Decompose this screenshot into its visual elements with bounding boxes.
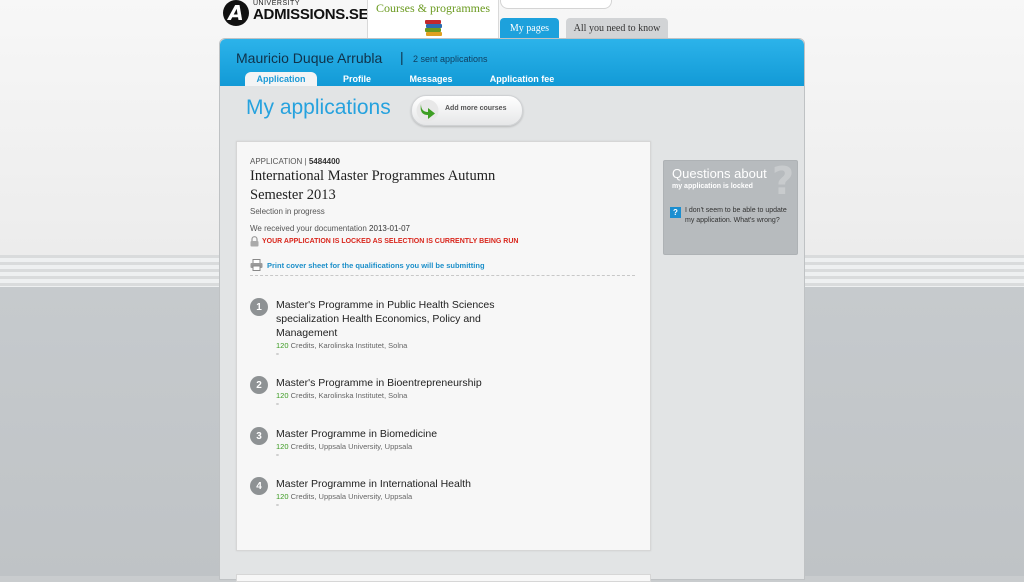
programme-details: Credits, Karolinska Institutet, Solna [290,341,408,350]
green-arrow-icon [416,99,439,122]
padlock-icon [250,235,259,246]
application-number: 5484400 [308,157,341,166]
tab-messages[interactable]: Messages [396,72,466,86]
tab-application-fee[interactable]: Application fee [478,72,566,86]
application-title: International Master Programmes Autumn S… [250,168,496,203]
programme-meta: 120 Credits, Karolinska Institutet, Soln… [276,391,407,400]
sent-applications-count: 2 sent applications [413,54,488,64]
locked-notice: YOUR APPLICATION IS LOCKED AS SELECTION … [250,235,518,247]
print-cover-sheet-link[interactable]: Print cover sheet for the qualifications… [250,258,485,272]
programme-rank-badge: 3 [250,427,268,445]
dashed-divider [250,275,635,276]
programme-credits: 120 [276,442,289,451]
application-label: APPLICATION [250,157,303,166]
programme-credits: 120 [276,341,289,350]
application-number-line: APPLICATION | 5484400 [250,157,340,166]
programme-rank-badge: 4 [250,477,268,495]
programme-marker: = [276,402,279,408]
tab-all-you-need-to-know[interactable]: All you need to know [566,18,668,39]
programme-rank-badge: 2 [250,376,268,394]
main-container: Mauricio Duque Arrubla | 2 sent applicat… [219,38,805,582]
questions-panel: ? Questions about my application is lock… [663,160,798,255]
tab-application[interactable]: Application [245,72,317,86]
programme-marker: = [276,352,279,358]
received-date: 2013-01-07 [369,224,410,233]
tab-my-pages[interactable]: My pages [500,18,559,39]
programme-details: Credits, Karolinska Institutet, Solna [290,391,408,400]
programme-credits: 120 [276,391,289,400]
courses-programmes-tab[interactable]: Courses & programmes [367,0,499,39]
question-mark-icon: ? [771,160,794,203]
header-separator: | [400,49,404,65]
application-card: APPLICATION | 5484400 International Mast… [236,141,651,551]
questions-subtitle: my application is locked [672,183,753,190]
page-title: My applications [246,96,391,119]
books-icon [424,18,442,36]
help-icon: ? [670,207,681,218]
site-logo[interactable]: A UNIVERSITY ADMISSIONS.SE [223,0,369,26]
logo-a-icon: A [223,0,249,26]
logo-big-text: ADMISSIONS.SE [253,6,369,23]
programme-name: Master Programme in Biomedicine [276,428,438,440]
courses-tab-label: Courses & programmes [376,1,490,15]
locked-text: YOUR APPLICATION IS LOCKED AS SELECTION … [262,237,519,245]
programme-details: Credits, Uppsala University, Uppsala [290,442,413,451]
programme-marker: = [276,453,279,459]
add-more-courses-label: Add more courses [445,105,507,112]
programme-rank-badge: 1 [250,298,268,316]
faq-link[interactable]: ? I don't seem to be able to update my a… [670,206,792,225]
programme-meta: 120 Credits, Uppsala University, Uppsala [276,492,412,501]
questions-title: Questions about [672,166,767,181]
tab-profile[interactable]: Profile [323,72,391,86]
programme-credits: 120 [276,492,289,501]
next-application-card [236,574,651,582]
add-more-courses-button[interactable]: Add more courses [411,95,523,126]
print-cover-sheet-label: Print cover sheet for the qualifications… [267,260,485,270]
printer-icon [250,259,263,271]
user-header-bar: Mauricio Duque Arrubla | 2 sent applicat… [220,39,804,86]
application-separator: | [304,157,307,166]
programme-details: Credits, Uppsala University, Uppsala [290,492,413,501]
programme-marker: = [276,503,279,509]
programme-name: Master's Programme in Public Health Scie… [276,299,495,339]
faq-question-text: I don't seem to be able to update my app… [685,207,787,224]
programme-meta: 120 Credits, Karolinska Institutet, Soln… [276,341,407,350]
speech-bubble-decoration [500,0,612,9]
documentation-received: We received your documentation 2013-01-0… [250,224,410,233]
programme-name: Master's Programme in Bioentrepreneurshi… [276,377,482,389]
user-name: Mauricio Duque Arrubla [236,50,383,66]
programme-name: Master Programme in International Health [276,478,471,490]
received-label: We received your documentation [250,224,367,233]
programme-meta: 120 Credits, Uppsala University, Uppsala [276,442,412,451]
application-status: Selection in progress [250,207,325,216]
